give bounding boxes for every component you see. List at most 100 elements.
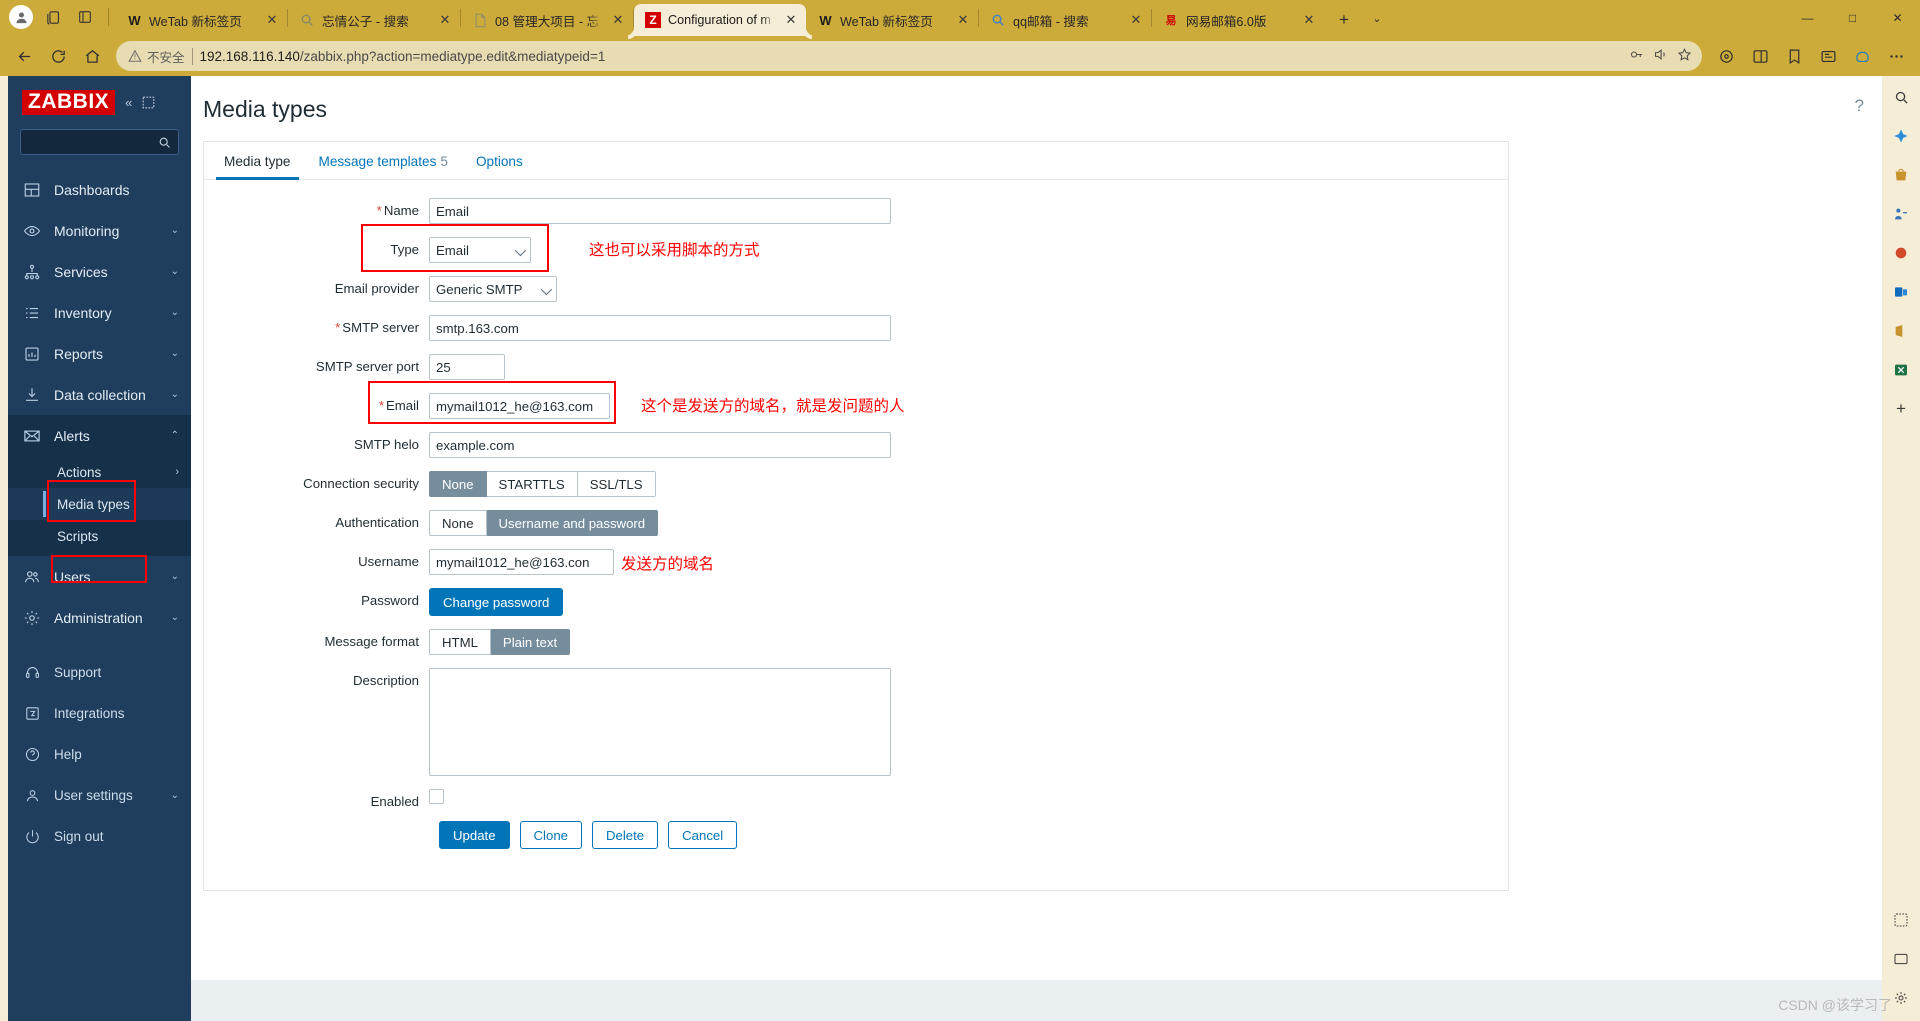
sidebar-item-actions[interactable]: Actions ›: [8, 456, 191, 488]
copilot-icon[interactable]: [1846, 40, 1878, 72]
enabled-checkbox[interactable]: [429, 789, 444, 804]
profile-icon[interactable]: [6, 2, 36, 32]
authentication-option-none[interactable]: None: [429, 510, 487, 536]
browser-tab[interactable]: W WeTab 新标签页 ✕: [115, 4, 287, 36]
sidebar-office-icon[interactable]: [1888, 318, 1914, 344]
description-textarea[interactable]: [429, 668, 891, 776]
sidebar-shopping-icon[interactable]: [1888, 162, 1914, 188]
close-icon[interactable]: ✕: [264, 12, 280, 28]
key-icon[interactable]: [1629, 47, 1644, 65]
tab-options[interactable]: Options: [462, 142, 537, 179]
browser-tab[interactable]: 易 网易邮箱6.0版 ✕: [1152, 4, 1324, 36]
page-title: Media types: [203, 96, 328, 122]
back-icon[interactable]: [8, 40, 40, 72]
sidebar-item-media-types[interactable]: Media types: [8, 488, 191, 521]
email-provider-select[interactable]: Generic SMTP: [429, 276, 557, 302]
close-window-button[interactable]: ✕: [1875, 2, 1920, 34]
sidebar-discover-icon[interactable]: [1888, 123, 1914, 149]
collections-icon[interactable]: [1710, 40, 1742, 72]
sidebar-item-integrations[interactable]: Integrations: [8, 693, 191, 734]
form-row-password: Password Change password: [204, 588, 1508, 616]
not-secure-warning[interactable]: 不安全: [128, 47, 185, 66]
tab-actions-chevron-icon[interactable]: ⌄: [1362, 3, 1392, 33]
clone-button[interactable]: Clone: [519, 821, 582, 849]
sidebar-excel-icon[interactable]: [1888, 357, 1914, 383]
sidebar-item-user-settings[interactable]: User settings ⌄: [8, 775, 191, 816]
message-format-option-html[interactable]: HTML: [429, 629, 491, 655]
omnibox-icons: [1629, 47, 1694, 65]
close-icon[interactable]: ✕: [783, 12, 799, 28]
tab-media-type[interactable]: Media type: [210, 142, 305, 180]
email-input[interactable]: [429, 393, 610, 419]
sidebar-item-administration[interactable]: Administration ⌄: [8, 597, 191, 638]
browser-tab[interactable]: W WeTab 新标签页 ✕: [806, 4, 978, 36]
tab-groups-icon[interactable]: [38, 2, 68, 32]
update-button[interactable]: Update: [439, 821, 510, 849]
name-input[interactable]: [429, 198, 891, 224]
cancel-button[interactable]: Cancel: [668, 821, 738, 849]
read-aloud-icon[interactable]: [1653, 47, 1668, 65]
sidebar-item-services[interactable]: Services ⌄: [8, 251, 191, 292]
tab-message-templates[interactable]: Message templates 5: [305, 142, 462, 179]
maximize-button[interactable]: □: [1830, 2, 1875, 34]
smtp-server-input[interactable]: [429, 315, 891, 341]
sidebar-games-icon[interactable]: [1888, 240, 1914, 266]
search-input[interactable]: [20, 129, 179, 156]
sidebar-tools-bottom-icon[interactable]: [1888, 907, 1914, 933]
minimize-button[interactable]: —: [1785, 2, 1830, 34]
browser-tab[interactable]: 08 管理大项目 - 忘 ✕: [461, 4, 633, 36]
close-icon[interactable]: ✕: [1301, 12, 1317, 28]
sidebar-add-icon[interactable]: +: [1888, 396, 1914, 422]
connection-security-option-ssltls[interactable]: SSL/TLS: [577, 471, 656, 497]
close-icon[interactable]: ✕: [955, 12, 971, 28]
connection-security-option-starttls[interactable]: STARTTLS: [486, 471, 578, 497]
connection-security-option-none[interactable]: None: [429, 471, 487, 497]
tab-list-icon[interactable]: [70, 2, 100, 32]
favorite-star-icon[interactable]: [1677, 47, 1692, 65]
label-smtp-port: SMTP server port: [204, 354, 429, 374]
sidebar-item-label: Scripts: [57, 528, 99, 544]
collapse-sidebar-icon[interactable]: «: [125, 95, 132, 110]
close-icon[interactable]: ✕: [437, 12, 453, 28]
close-icon[interactable]: ✕: [1128, 12, 1144, 28]
username-input[interactable]: [429, 549, 614, 575]
sidebar-item-alerts[interactable]: Alerts ⌃: [8, 415, 191, 457]
sidebar-item-support[interactable]: Support: [8, 652, 191, 693]
split-screen-icon[interactable]: [1744, 40, 1776, 72]
smtp-helo-input[interactable]: [429, 432, 891, 458]
browser-essentials-icon[interactable]: [1812, 40, 1844, 72]
address-input[interactable]: 不安全 192.168.116.140/zabbix.php?action=me…: [116, 41, 1702, 71]
authentication-option-username-password[interactable]: Username and password: [486, 510, 659, 536]
sidebar-tools-icon[interactable]: [1888, 201, 1914, 227]
sidebar-item-data-collection[interactable]: Data collection ⌄: [8, 374, 191, 415]
sidebar-search-icon[interactable]: [1888, 84, 1914, 110]
sidebar-item-dashboards[interactable]: Dashboards: [8, 169, 191, 210]
smtp-port-input[interactable]: [429, 354, 505, 380]
browser-tab[interactable]: qq邮箱 - 搜索 ✕: [979, 4, 1151, 36]
form-row-email-provider: Email provider Generic SMTP: [204, 276, 1508, 302]
favorites-icon[interactable]: [1778, 40, 1810, 72]
sidebar-item-monitoring[interactable]: Monitoring ⌄: [8, 210, 191, 251]
sidebar-item-inventory[interactable]: Inventory ⌄: [8, 292, 191, 333]
sidebar-item-sign-out[interactable]: Sign out: [8, 816, 191, 857]
new-tab-button[interactable]: +: [1330, 6, 1358, 34]
change-password-button[interactable]: Change password: [429, 588, 564, 616]
settings-more-icon[interactable]: [1880, 40, 1912, 72]
label-smtp-server: * SMTP server: [204, 315, 429, 335]
sidebar-outlook-icon[interactable]: [1888, 279, 1914, 305]
delete-button[interactable]: Delete: [592, 821, 659, 849]
reload-icon[interactable]: [42, 40, 74, 72]
hide-sidebar-icon[interactable]: [142, 96, 155, 109]
sidebar-browser-icon[interactable]: [1888, 946, 1914, 972]
sidebar-item-reports[interactable]: Reports ⌄: [8, 333, 191, 374]
sidebar-item-help[interactable]: Help: [8, 734, 191, 775]
sidebar-item-users[interactable]: Users ⌄: [8, 556, 191, 597]
type-select[interactable]: Email: [429, 237, 531, 263]
close-icon[interactable]: ✕: [610, 12, 626, 28]
message-format-option-plain-text[interactable]: Plain text: [490, 629, 571, 655]
browser-tab[interactable]: 忘情公子 - 搜索 ✕: [288, 4, 460, 36]
home-icon[interactable]: [76, 40, 108, 72]
sidebar-item-scripts[interactable]: Scripts: [8, 520, 191, 552]
browser-tab-active[interactable]: Z Configuration of m ✕: [634, 4, 806, 36]
search-icon: [159, 137, 170, 148]
